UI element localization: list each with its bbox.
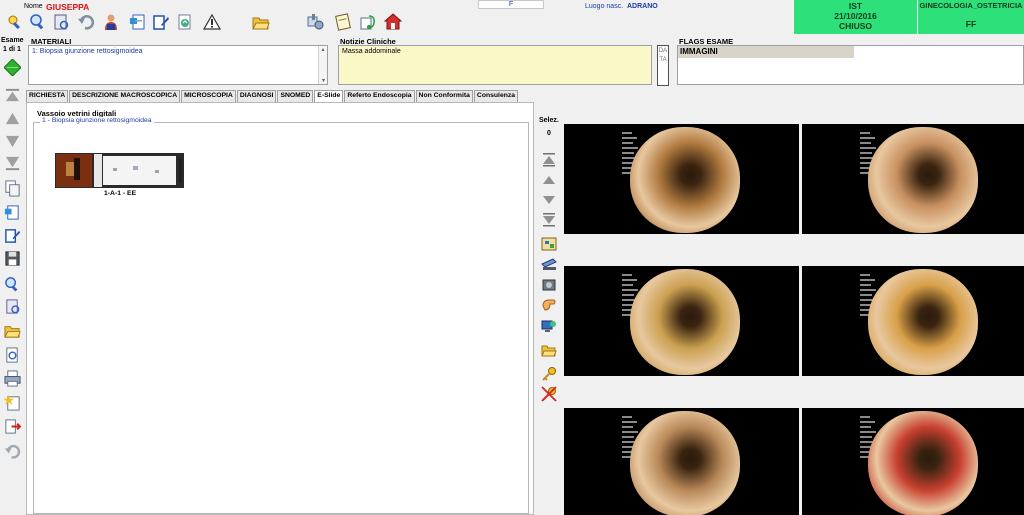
department-name: GINECOLOGIA_OSTETRICIA xyxy=(919,1,1023,10)
tab-bar: RICHIESTA DESCRIZIONE MACROSCOPICA MICRO… xyxy=(26,90,519,103)
export-icon[interactable] xyxy=(2,416,22,436)
notizie-cliniche-field[interactable]: Massa addominale xyxy=(338,45,652,85)
department-box: GINECOLOGIA_OSTETRICIA FF xyxy=(917,0,1024,34)
endoscopy-image-6[interactable] xyxy=(802,408,1024,515)
endoscopy-image-3[interactable] xyxy=(564,266,799,376)
first-image-icon[interactable] xyxy=(540,151,558,169)
report-star-icon[interactable] xyxy=(2,392,22,412)
save-icon[interactable] xyxy=(2,248,22,268)
image-selection-toolbar: Selez. 0 xyxy=(535,105,563,515)
image-grid-icon[interactable] xyxy=(540,235,558,253)
exam-status-box: IST 21/10/2016 CHIUSO xyxy=(793,0,917,34)
flags-esame-list[interactable]: IMMAGINI xyxy=(677,45,1024,85)
edit-record-icon[interactable] xyxy=(2,225,22,245)
slide-thumbnail[interactable] xyxy=(55,153,184,188)
slide-caption: 1-A-1 - EE xyxy=(104,190,137,197)
flag-item-immagini[interactable]: IMMAGINI xyxy=(678,46,854,58)
key-icon[interactable] xyxy=(540,365,558,383)
next-image-icon[interactable] xyxy=(540,191,558,209)
undo-left-icon[interactable] xyxy=(2,441,22,461)
next-record-icon[interactable] xyxy=(2,131,22,151)
department-code: FF xyxy=(965,19,977,29)
sex-value: F xyxy=(508,1,514,8)
user-icon[interactable] xyxy=(101,12,121,32)
zoom-in-icon[interactable] xyxy=(28,12,48,32)
open-image-folder-icon[interactable] xyxy=(540,341,558,359)
birthplace-value: ADRANO xyxy=(627,3,658,10)
sex-field[interactable]: F xyxy=(478,0,544,9)
house-icon[interactable] xyxy=(383,12,403,32)
tab-referto-endoscopia[interactable]: Referto Endoscopia xyxy=(344,90,415,102)
tab-consulenza[interactable]: Consulenza xyxy=(473,90,519,102)
nome-label: Nome xyxy=(24,3,43,10)
eslide-panel: Vassoio vetrini digitali 1 - Biopsia giu… xyxy=(26,102,534,515)
slide-group: 1 - Biopsia giunzione rettosigmoidea 1-A… xyxy=(33,117,529,514)
materiali-list[interactable]: 1: Biopsia giunzione rettosigmoidea ▴ ▾ xyxy=(28,45,328,85)
scroll-up-icon[interactable]: ▴ xyxy=(319,46,327,53)
tab-diagnosi[interactable]: DIAGNOSI xyxy=(236,90,277,102)
search-icon[interactable] xyxy=(2,274,22,294)
stethoscope-icon[interactable] xyxy=(358,12,378,32)
previous-image-icon[interactable] xyxy=(540,171,558,189)
copy-document-icon[interactable] xyxy=(2,178,22,198)
key-remove-icon[interactable] xyxy=(540,385,558,403)
endoscopy-image-4[interactable] xyxy=(802,266,1024,376)
edit-document-icon[interactable] xyxy=(151,12,171,32)
last-record-icon[interactable] xyxy=(2,153,22,173)
selez-count: 0 xyxy=(547,130,551,137)
key-search-icon[interactable] xyxy=(5,12,25,32)
status-state: CHIUSO xyxy=(838,21,873,31)
status-line-1: IST xyxy=(848,1,863,11)
patient-name: GIUSEPPA xyxy=(46,2,90,12)
data-button[interactable]: DATA xyxy=(657,45,669,86)
diamond-nav-icon[interactable] xyxy=(2,57,22,77)
slide-tissue-area xyxy=(103,156,176,185)
scanner-icon[interactable] xyxy=(540,255,558,273)
esame-counter: 1 di 1 xyxy=(3,46,21,53)
last-image-icon[interactable] xyxy=(540,211,558,229)
folder-open-icon[interactable] xyxy=(251,12,271,32)
tab-non-conformita[interactable]: Non Conformita xyxy=(415,90,473,102)
scroll-down-icon[interactable]: ▾ xyxy=(319,77,328,84)
hand-pointer-icon[interactable] xyxy=(540,295,558,313)
refresh-document-icon[interactable] xyxy=(175,12,195,32)
tools-icon[interactable] xyxy=(306,12,326,32)
endoscopy-image-5[interactable] xyxy=(564,408,799,515)
camera-icon[interactable] xyxy=(540,275,558,293)
left-toolbar: Esame 1 di 1 xyxy=(0,34,24,515)
new-document-icon[interactable] xyxy=(2,202,22,222)
first-record-icon[interactable] xyxy=(2,85,22,105)
add-document-icon[interactable] xyxy=(128,12,148,32)
open-folder-icon[interactable] xyxy=(2,320,22,340)
previous-record-icon[interactable] xyxy=(2,108,22,128)
status-date: 21/10/2016 xyxy=(834,11,877,21)
undo-icon[interactable] xyxy=(76,12,96,32)
tab-descrizione-macroscopica[interactable]: DESCRIZIONE MACROSCOPICA xyxy=(69,90,181,102)
search-document-icon[interactable] xyxy=(2,296,22,316)
tab-snomed[interactable]: SNOMED xyxy=(277,90,314,102)
slide-label-area xyxy=(56,154,92,187)
materiali-item[interactable]: 1: Biopsia giunzione rettosigmoidea xyxy=(32,48,143,55)
materiali-scrollbar[interactable]: ▴ ▾ xyxy=(318,46,327,84)
tab-richiesta[interactable]: RICHIESTA xyxy=(26,90,69,102)
monitor-icon[interactable] xyxy=(540,317,558,335)
print-icon[interactable] xyxy=(2,368,22,388)
slide-group-label: 1 - Biopsia giunzione rettosigmoidea xyxy=(40,117,154,124)
luogo-label: Luogo nasc. xyxy=(585,3,624,10)
notepad-icon[interactable] xyxy=(333,12,353,32)
warning-icon[interactable] xyxy=(202,12,222,32)
preview-icon[interactable] xyxy=(2,345,22,365)
selez-label: Selez. xyxy=(539,117,559,124)
top-bar: Nome GIUSEPPA F Luogo nasc. ADRANO IST 2… xyxy=(0,0,1024,34)
esame-label: Esame xyxy=(1,37,24,44)
endoscopy-image-2[interactable] xyxy=(802,124,1024,234)
notizie-text: Massa addominale xyxy=(342,48,401,55)
document-icon[interactable] xyxy=(51,12,71,32)
tab-microscopia[interactable]: MICROSCOPIA xyxy=(181,90,236,102)
endoscopy-image-1[interactable] xyxy=(564,124,799,234)
